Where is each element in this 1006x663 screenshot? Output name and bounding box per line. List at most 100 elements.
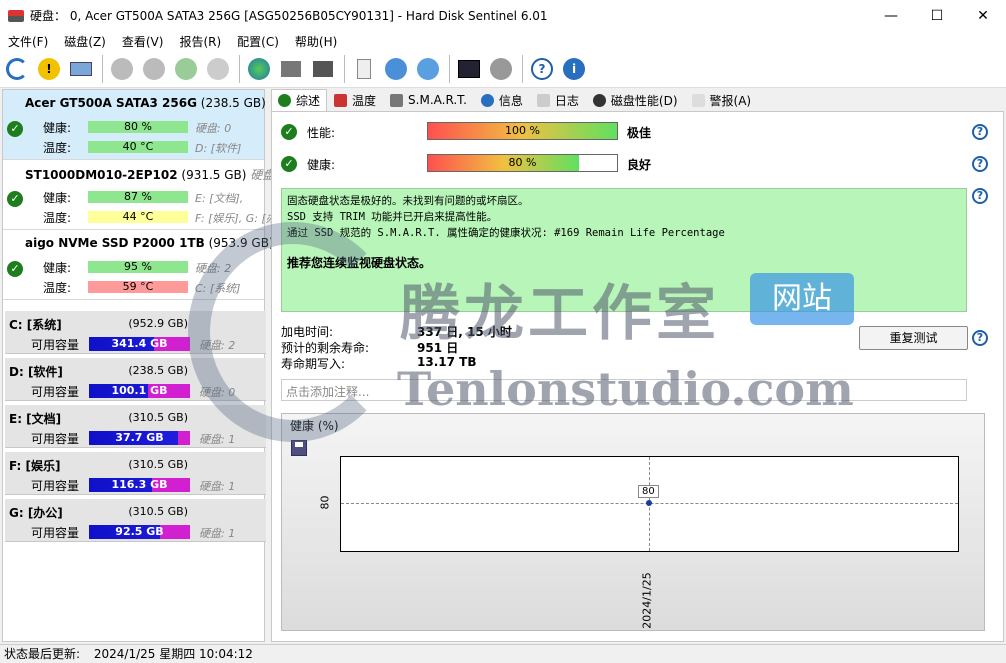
menu-config[interactable]: 配置(C) xyxy=(229,33,287,50)
smart-icon xyxy=(390,93,404,107)
remaining-life-label: 预计的剩余寿命: xyxy=(281,341,370,355)
disk-name: ST1000DM010-2EP102 xyxy=(25,168,178,182)
minimize-button[interactable]: — xyxy=(868,0,914,31)
free-space-bar: 100.1 GB xyxy=(89,384,190,398)
status-label: 状态最后更新: xyxy=(4,647,81,661)
tab-label: 温度 xyxy=(352,93,377,108)
drive-button[interactable] xyxy=(278,56,304,82)
speaker-button[interactable] xyxy=(488,56,514,82)
disk-icon xyxy=(70,62,92,76)
volume-disk: 硬盘: 1 xyxy=(199,527,236,540)
close-button[interactable]: ✕ xyxy=(960,0,1006,31)
free-label: 可用容量 xyxy=(31,526,80,540)
disk-volumes-2: F: [娱乐], G: [办 xyxy=(195,212,277,225)
volume-item[interactable]: C: [系统] (952.9 GB) 可用容量 341.4 GB 硬盘: 2 xyxy=(5,311,266,354)
volume-size: (952.9 GB) xyxy=(128,317,188,330)
tab-label: 信息 xyxy=(498,93,523,108)
help-button[interactable]: ? xyxy=(529,56,555,82)
menu-bar: 文件(F) 磁盘(Z) 查看(V) 报告(R) 配置(C) 帮助(H) xyxy=(0,31,1006,51)
plot-area: 80 xyxy=(340,456,959,552)
alert-icon xyxy=(691,93,705,107)
disk-item[interactable]: Acer GT500A SATA3 256G (238.5 GB) ✓ 健康: … xyxy=(3,90,266,160)
health-value: 80 % xyxy=(508,156,537,169)
volume-item[interactable]: E: [文档] (310.5 GB) 可用容量 37.7 GB 硬盘: 1 xyxy=(5,405,266,448)
disk-test-button[interactable] xyxy=(109,56,135,82)
performance-label: 性能: xyxy=(307,126,336,140)
tab-smart[interactable]: S.M.A.R.T. xyxy=(383,89,474,111)
tab-temperature[interactable]: 温度 xyxy=(327,89,383,111)
remaining-life-value: 951 日 xyxy=(417,341,459,355)
volume-item[interactable]: F: [娱乐] (310.5 GB) 可用容量 116.3 GB 硬盘: 1 xyxy=(5,452,266,495)
tab-info[interactable]: 信息 xyxy=(474,89,530,111)
help-icon[interactable]: ? xyxy=(972,188,988,204)
free-space-bar: 116.3 GB xyxy=(89,478,190,492)
menu-file[interactable]: 文件(F) xyxy=(0,33,56,50)
app-icon xyxy=(8,9,24,22)
volume-name: F: [娱乐] xyxy=(9,459,61,473)
check-icon: ✓ xyxy=(7,191,23,207)
maximize-button[interactable]: ☐ xyxy=(914,0,960,31)
disk-check-button[interactable] xyxy=(173,56,199,82)
disk-title: aigo NVMe SSD P2000 1TB (953.9 GB) xyxy=(25,236,274,250)
volume-item[interactable]: G: [办公] (310.5 GB) 可用容量 92.5 GB 硬盘: 1 xyxy=(5,499,266,542)
tab-performance[interactable]: 磁盘性能(D) xyxy=(586,89,685,111)
volume-item[interactable]: D: [软件] (238.5 GB) 可用容量 100.1 GB 硬盘: 0 xyxy=(5,358,266,401)
drive-icon xyxy=(281,61,301,77)
disk-test2-button[interactable] xyxy=(141,56,167,82)
globe-button[interactable] xyxy=(246,56,272,82)
gauge-icon xyxy=(592,93,606,107)
toolbar-separator xyxy=(344,55,345,83)
menu-view[interactable]: 查看(V) xyxy=(114,33,172,50)
health-bar: 80 % xyxy=(427,154,618,172)
disk-button[interactable] xyxy=(68,56,94,82)
free-label: 可用容量 xyxy=(31,338,80,352)
note-input[interactable]: 点击添加注释... xyxy=(281,379,967,401)
title-bar: 硬盘： 0, Acer GT500A SATA3 256G [ASG50256B… xyxy=(0,0,1006,31)
volume-name: G: [办公] xyxy=(9,506,63,520)
disk-volumes: C: [系统] xyxy=(195,282,241,295)
screen-button[interactable] xyxy=(456,56,482,82)
free-label: 可用容量 xyxy=(31,432,80,446)
speaker-icon xyxy=(490,58,512,80)
warning-icon: ! xyxy=(38,58,60,80)
disk-item[interactable]: aigo NVMe SSD P2000 1TB (953.9 GB) ✓ 健康:… xyxy=(3,230,274,300)
health-label: 健康: xyxy=(43,191,72,205)
network-button[interactable] xyxy=(415,56,441,82)
tab-alerts[interactable]: 警报(A) xyxy=(685,89,759,111)
help-icon[interactable]: ? xyxy=(972,156,988,172)
free-space-bar: 341.4 GB xyxy=(89,337,190,351)
volume-name: C: [系统] xyxy=(9,318,62,332)
tab-label: 警报(A) xyxy=(709,93,752,108)
volume-name: E: [文档] xyxy=(9,412,62,426)
drive2-button[interactable] xyxy=(310,56,336,82)
refresh-button[interactable] xyxy=(4,56,30,82)
warning-button[interactable]: ! xyxy=(36,56,62,82)
free-space-value: 37.7 GB xyxy=(115,431,164,444)
save-icon[interactable] xyxy=(291,440,307,456)
tab-log[interactable]: 日志 xyxy=(530,89,586,111)
check-icon: ✓ xyxy=(7,121,23,137)
temp-label: 温度: xyxy=(43,141,72,155)
disk-item[interactable]: ST1000DM010-2EP102 (931.5 GB) 硬盘: 1 ✓ 健康… xyxy=(3,160,290,230)
check-icon xyxy=(278,94,291,107)
info-button[interactable]: i xyxy=(561,56,587,82)
document-button[interactable] xyxy=(351,56,377,82)
free-space-value: 100.1 GB xyxy=(111,384,168,397)
disk-check-icon xyxy=(175,58,197,80)
disk-tools-button[interactable] xyxy=(205,56,231,82)
power-on-label: 加电时间: xyxy=(281,325,334,339)
menu-report[interactable]: 报告(R) xyxy=(171,33,229,50)
disk-index: 硬盘: 2 xyxy=(195,262,232,275)
sync-button[interactable] xyxy=(383,56,409,82)
menu-disk[interactable]: 磁盘(Z) xyxy=(56,33,114,50)
help-icon[interactable]: ? xyxy=(972,330,988,346)
retest-button[interactable]: 重复测试 xyxy=(859,326,968,350)
tab-overview[interactable]: 综述 xyxy=(271,89,328,111)
health-rating: 良好 xyxy=(627,158,652,172)
log-icon xyxy=(536,93,550,107)
menu-help[interactable]: 帮助(H) xyxy=(287,33,345,50)
disk-tools-icon xyxy=(207,58,229,80)
tab-label: S.M.A.R.T. xyxy=(408,93,467,107)
help-icon[interactable]: ? xyxy=(972,124,988,140)
disk-size: (238.5 GB) xyxy=(200,96,266,110)
